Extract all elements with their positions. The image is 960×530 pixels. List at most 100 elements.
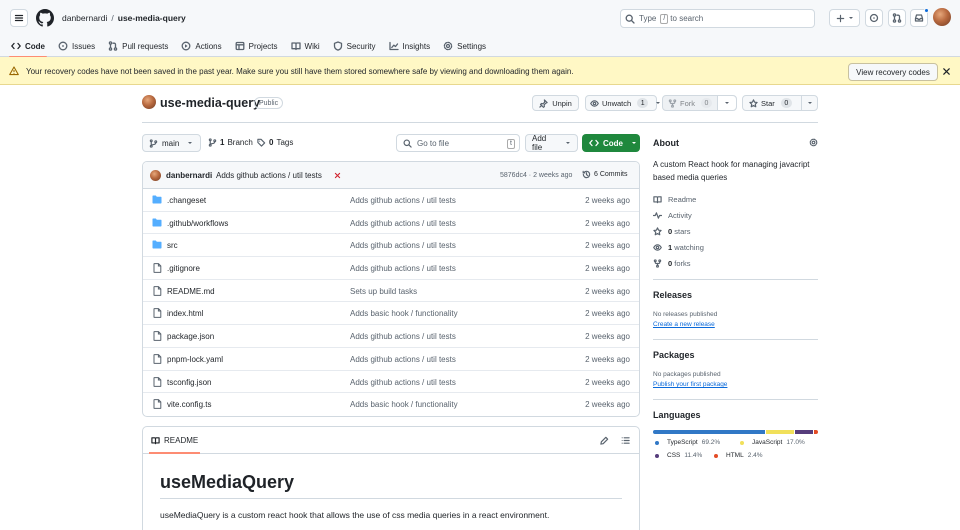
star-button[interactable]: Star 0	[742, 95, 818, 111]
file-commit-message[interactable]: Adds github actions / util tests	[350, 332, 456, 341]
file-name[interactable]: index.html	[167, 309, 203, 318]
file-commit-message[interactable]: Adds basic hook / functionality	[350, 400, 458, 409]
tags-link[interactable]: 0 Tags	[257, 138, 293, 147]
commit-message[interactable]: Adds github actions / util tests	[216, 171, 322, 180]
star-label: Star	[761, 98, 775, 108]
commit-hash-time[interactable]: 5876dc4 · 2 weeks ago	[500, 172, 572, 179]
tab-code[interactable]: Code	[9, 38, 47, 58]
publish-package-link[interactable]: Publish your first package	[653, 381, 727, 388]
file-name[interactable]: src	[167, 241, 178, 250]
language-item[interactable]: HTML 2.4%	[714, 452, 763, 459]
file-name[interactable]: tsconfig.json	[167, 378, 211, 387]
issue-icon	[869, 13, 879, 23]
watch-button[interactable]: Unwatch 1	[585, 95, 661, 111]
unpin-label: Unpin	[552, 98, 572, 108]
tab-wiki[interactable]: Wiki	[290, 38, 320, 54]
activity-link-label: Activity	[668, 211, 692, 220]
inbox-button[interactable]	[910, 8, 929, 27]
file-commit-message[interactable]: Adds github actions / util tests	[350, 219, 456, 228]
forks-link[interactable]: 0 forks	[653, 259, 691, 268]
commits-link[interactable]: 6 Commits	[582, 170, 627, 179]
breadcrumb-repo[interactable]: use-media-query	[118, 13, 186, 23]
create-release-link[interactable]: Create a new release	[653, 321, 715, 328]
pencil-icon[interactable]	[600, 436, 609, 445]
table-icon	[235, 41, 245, 51]
file-name[interactable]: pnpm-lock.yaml	[167, 355, 223, 364]
file-icon	[153, 399, 162, 410]
github-logo-icon[interactable]	[36, 9, 54, 27]
user-avatar[interactable]	[933, 8, 951, 26]
file-name[interactable]: .gitignore	[167, 264, 200, 273]
file-commit-message[interactable]: Sets up build tasks	[350, 287, 417, 296]
issues-button[interactable]	[865, 9, 883, 27]
tab-actions[interactable]: Actions	[181, 38, 222, 54]
outline-list-icon[interactable]	[621, 436, 630, 445]
branch-selector[interactable]: main	[142, 134, 201, 152]
file-row[interactable]: pnpm-lock.yaml Adds github actions / util…	[143, 348, 639, 371]
file-row[interactable]: package.json Adds github actions / util t…	[143, 325, 639, 348]
file-row[interactable]: tsconfig.json Adds github actions / util …	[143, 371, 639, 394]
file-row[interactable]: .changeset Adds github actions / util tes…	[143, 189, 639, 212]
file-commit-message[interactable]: Adds github actions / util tests	[350, 264, 456, 273]
tab-wiki-label: Wiki	[304, 41, 320, 51]
code-button[interactable]: Code	[582, 134, 640, 152]
file-name[interactable]: .github/workflows	[167, 219, 228, 228]
readme-link[interactable]: Readme	[653, 195, 696, 204]
tab-settings[interactable]: Settings	[443, 38, 486, 54]
breadcrumb-owner[interactable]: danbernardi	[62, 13, 107, 23]
tab-issues[interactable]: Issues	[58, 38, 95, 54]
watch-label: Unwatch	[602, 98, 632, 108]
language-percent: 11.4%	[684, 452, 703, 459]
pull-requests-button[interactable]	[888, 9, 906, 27]
file-row[interactable]: .github/workflows Adds github actions / u…	[143, 212, 639, 235]
stars-link[interactable]: 0 stars	[653, 227, 691, 236]
branches-link[interactable]: 1 Branch	[208, 138, 253, 147]
file-row[interactable]: vite.config.ts Adds basic hook / function…	[143, 393, 639, 416]
go-to-file-input[interactable]: Go to file t	[396, 134, 520, 152]
failed-status-icon[interactable]	[334, 172, 341, 179]
file-name[interactable]: .changeset	[167, 196, 206, 205]
file-row[interactable]: src Adds github actions / util tests 2 wee…	[143, 234, 639, 258]
create-new-button[interactable]	[829, 9, 860, 27]
file-name[interactable]: README.md	[167, 287, 215, 296]
watching-link[interactable]: 1 watching	[653, 243, 704, 252]
issue-icon	[58, 41, 68, 51]
global-search-input[interactable]: Type / to search	[620, 9, 815, 28]
repo-title[interactable]: use-media-query	[160, 96, 260, 110]
language-item[interactable]: TypeScript 69.2%	[655, 439, 720, 446]
file-commit-message[interactable]: Adds github actions / util tests	[350, 378, 456, 387]
tab-insights[interactable]: Insights	[388, 38, 430, 54]
view-recovery-codes-button[interactable]: View recovery codes	[848, 63, 938, 81]
close-icon[interactable]	[942, 67, 951, 76]
releases-heading[interactable]: Releases	[653, 290, 692, 300]
star-count: 0	[780, 98, 792, 108]
file-commit-message[interactable]: Adds github actions / util tests	[350, 196, 456, 205]
file-name[interactable]: package.json	[167, 332, 214, 341]
file-browser: danbernardi Adds github actions / util t…	[142, 161, 640, 417]
activity-link[interactable]: Activity	[653, 211, 692, 220]
gear-icon[interactable]	[809, 138, 818, 147]
unpin-button[interactable]: Unpin	[532, 95, 579, 111]
file-commit-message[interactable]: Adds basic hook / functionality	[350, 309, 458, 318]
file-commit-message[interactable]: Adds github actions / util tests	[350, 355, 456, 364]
menu-button[interactable]	[10, 9, 28, 27]
notification-dot	[924, 8, 929, 13]
graph-icon	[388, 41, 399, 51]
add-file-button[interactable]: Add file	[525, 134, 578, 152]
tab-security[interactable]: Security	[333, 38, 376, 54]
file-name[interactable]: vite.config.ts	[167, 400, 211, 409]
fork-button[interactable]: Fork 0	[662, 95, 737, 111]
tab-projects[interactable]: Projects	[235, 38, 278, 54]
owner-avatar[interactable]	[142, 95, 156, 109]
language-item[interactable]: JavaScript 17.0%	[740, 439, 805, 446]
tab-pull-requests[interactable]: Pull requests	[108, 38, 168, 54]
file-row[interactable]: .gitignore Adds github actions / util tes…	[143, 257, 639, 280]
packages-heading[interactable]: Packages	[653, 350, 695, 360]
file-row[interactable]: README.md Sets up build tasks 2 weeks ago	[143, 280, 639, 303]
readme-tab[interactable]: README	[148, 436, 201, 454]
file-row[interactable]: index.html Adds basic hook / functionalit…	[143, 302, 639, 326]
commit-author-avatar[interactable]	[150, 170, 161, 181]
file-commit-message[interactable]: Adds github actions / util tests	[350, 241, 456, 250]
commit-author[interactable]: danbernardi	[166, 171, 212, 180]
language-item[interactable]: CSS 11.4%	[655, 452, 702, 459]
